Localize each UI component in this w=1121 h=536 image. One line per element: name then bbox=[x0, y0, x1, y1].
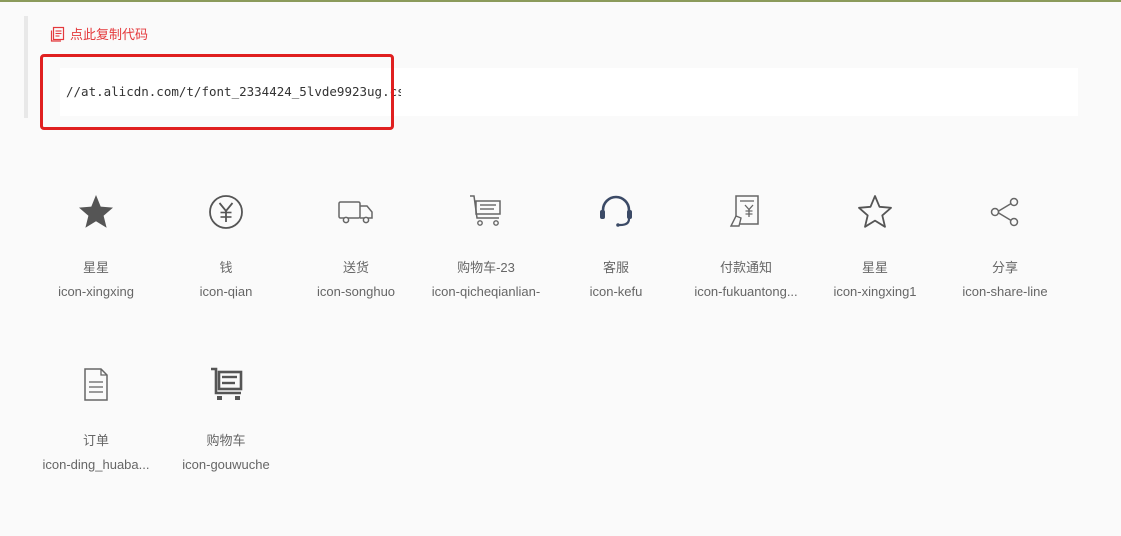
icon-code: icon-gouwuche bbox=[182, 457, 270, 472]
payment-notice-icon bbox=[682, 192, 810, 232]
icon-card[interactable]: 钱 icon-qian bbox=[162, 192, 290, 300]
icon-name: 钱 bbox=[219, 260, 233, 275]
icon-code: icon-share-line bbox=[962, 284, 1048, 299]
icon-name: 订单 bbox=[82, 433, 109, 448]
order-document-icon bbox=[32, 365, 160, 405]
icon-name: 客服 bbox=[602, 260, 629, 275]
icon-card[interactable]: 分享 icon-share-line bbox=[941, 192, 1069, 300]
truck-icon bbox=[292, 192, 420, 232]
copy-code-label: 点此复制代码 bbox=[70, 27, 149, 42]
icon-card[interactable]: 购物车 icon-gouwuche bbox=[162, 365, 290, 473]
yen-icon bbox=[162, 192, 290, 232]
code-box: //at.alicdn.com/t/font_2334424_5lvde9923… bbox=[60, 68, 1078, 116]
icon-card[interactable]: 订单 icon-ding_huaba... bbox=[32, 365, 160, 473]
icon-name: 星星 bbox=[861, 260, 888, 275]
code-url[interactable]: //at.alicdn.com/t/font_2334424_5lvde9923… bbox=[66, 84, 401, 99]
icon-code: icon-ding_huaba... bbox=[42, 457, 150, 472]
icon-code: icon-kefu bbox=[589, 284, 643, 299]
copy-icon bbox=[50, 26, 66, 42]
icon-name: 付款通知 bbox=[719, 260, 772, 275]
icon-code: icon-songhuo bbox=[316, 284, 396, 299]
icon-code: icon-qicheqianlian- bbox=[431, 284, 541, 299]
icon-card[interactable]: 送货 icon-songhuo bbox=[292, 192, 420, 300]
icon-card[interactable]: 客服 icon-kefu bbox=[552, 192, 680, 300]
icon-code: icon-fukuantong... bbox=[694, 284, 798, 299]
icon-name: 送货 bbox=[342, 260, 369, 275]
icon-name: 分享 bbox=[991, 260, 1018, 275]
icon-card[interactable]: 购物车-23 icon-qicheqianlian- bbox=[422, 192, 550, 300]
icon-name: 购物车-23 bbox=[457, 260, 515, 275]
icon-card[interactable]: 星星 icon-xingxing1 bbox=[811, 192, 939, 300]
icon-code: icon-qian bbox=[199, 284, 253, 299]
headset-icon bbox=[552, 192, 680, 232]
icon-name: 购物车 bbox=[206, 433, 246, 448]
icon-name: 星星 bbox=[82, 260, 109, 275]
icon-code: icon-xingxing bbox=[58, 284, 134, 299]
share-icon bbox=[941, 192, 1069, 232]
top-border bbox=[0, 0, 1121, 2]
icon-code: icon-xingxing1 bbox=[833, 284, 917, 299]
shopping-cart-icon bbox=[422, 192, 550, 232]
cart-icon bbox=[162, 365, 290, 405]
icon-card[interactable]: 星星 icon-xingxing bbox=[32, 192, 160, 300]
icon-card[interactable]: 付款通知 icon-fukuantong... bbox=[682, 192, 810, 300]
copy-code-link[interactable]: 点此复制代码 bbox=[50, 24, 148, 43]
star-outline-icon bbox=[811, 192, 939, 232]
star-filled-icon bbox=[32, 192, 160, 232]
